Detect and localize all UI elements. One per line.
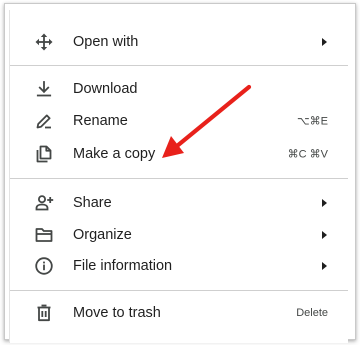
submenu-arrow-icon bbox=[322, 230, 327, 239]
keyboard-shortcut: Delete bbox=[296, 307, 328, 319]
menu-item-move-to-trash[interactable]: Move to trash Delete bbox=[10, 296, 348, 330]
menu-item-label: Open with bbox=[73, 34, 139, 50]
menu-item-label: File information bbox=[73, 258, 173, 274]
menu-item-download[interactable]: Download bbox=[10, 72, 348, 106]
divider bbox=[10, 65, 348, 66]
menu-item-open-with[interactable]: Open with bbox=[10, 25, 348, 59]
menu-item-label: Move to trash bbox=[73, 305, 161, 321]
folder-open-icon bbox=[34, 225, 54, 245]
keyboard-shortcut: ⌥⌘E bbox=[296, 115, 328, 128]
menu-item-share[interactable]: Share bbox=[10, 186, 348, 220]
menu-item-label: Organize bbox=[73, 227, 132, 243]
trash-icon bbox=[34, 303, 54, 323]
menu-item-file-information[interactable]: File information bbox=[10, 249, 348, 283]
share-person-add-icon bbox=[34, 193, 54, 213]
submenu-arrow-icon bbox=[322, 261, 327, 270]
context-menu: Open with Download Rename ⌥⌘E Make a cop… bbox=[10, 10, 348, 343]
menu-item-rename[interactable]: Rename ⌥⌘E bbox=[10, 104, 348, 138]
menu-item-organize[interactable]: Organize bbox=[10, 218, 348, 252]
divider bbox=[10, 178, 348, 179]
rename-pencil-icon bbox=[34, 111, 54, 131]
open-with-icon bbox=[34, 32, 54, 52]
info-icon bbox=[34, 256, 54, 276]
menu-item-label: Download bbox=[73, 81, 138, 97]
submenu-arrow-icon bbox=[322, 37, 327, 46]
menu-item-make-a-copy[interactable]: Make a copy ⌘C ⌘V bbox=[10, 137, 348, 171]
menu-item-label: Rename bbox=[73, 113, 128, 129]
divider bbox=[10, 290, 348, 291]
submenu-arrow-icon bbox=[322, 198, 327, 207]
copy-icon bbox=[34, 144, 54, 164]
keyboard-shortcut: ⌘C ⌘V bbox=[287, 148, 328, 161]
menu-item-label: Make a copy bbox=[73, 146, 156, 162]
menu-item-label: Share bbox=[73, 195, 112, 211]
download-icon bbox=[34, 79, 54, 99]
